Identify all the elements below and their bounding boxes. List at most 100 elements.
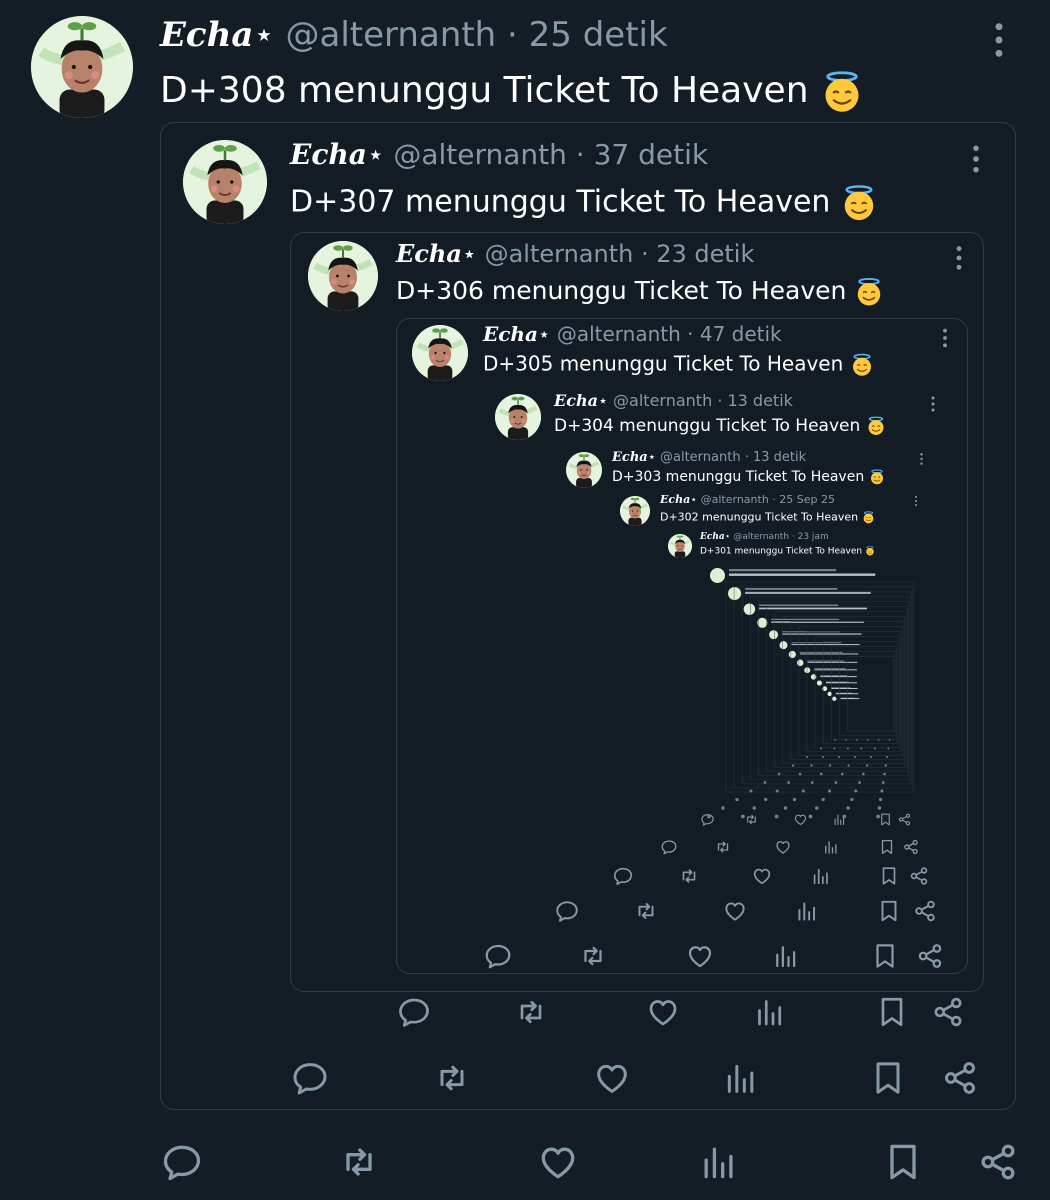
like-icon[interactable] [685,941,715,971]
nested-action-dot [821,797,825,802]
nested-action-dot [877,739,880,741]
timestamp[interactable]: · 13 detik [745,450,806,465]
reply-icon[interactable] [554,898,580,924]
nested-action-dot [749,789,753,793]
like-icon[interactable] [645,994,681,1030]
share-icon[interactable] [902,838,920,856]
nested-action-dot [810,781,814,784]
post-text: D+303 menunggu Ticket To Heaven [612,469,885,485]
more-icon[interactable] [966,143,986,175]
views-icon[interactable] [810,865,832,887]
nested-action-dot [740,814,745,819]
more-icon[interactable] [986,20,1012,60]
bookmark-icon[interactable] [870,941,900,971]
display-name[interactable]: Echa [554,391,598,410]
reply-icon[interactable] [290,1058,330,1098]
user-handle[interactable]: @alternanth [660,450,741,465]
post-header: Echa⋆ @alternanth · 13 detik [612,451,806,464]
retweet-icon[interactable] [513,994,549,1030]
halo-smile-emoji [850,353,874,377]
share-icon[interactable] [915,941,945,971]
share-icon[interactable] [912,898,938,924]
timestamp[interactable]: · 25 detik [507,15,668,55]
like-icon[interactable] [592,1058,632,1098]
timestamp[interactable]: · 23 jam [792,532,829,542]
more-icon[interactable] [912,495,920,507]
reply-icon[interactable] [160,1140,204,1184]
display-name[interactable]: Echa [612,450,648,465]
retweet-icon[interactable] [633,898,659,924]
share-icon[interactable] [930,994,966,1030]
action-bar [660,838,920,856]
display-name[interactable]: Echa [396,239,462,268]
user-handle[interactable]: @alternanth [557,322,681,346]
user-handle[interactable]: @alternanth [733,532,789,542]
timestamp[interactable]: · 25 Sep 25 [772,493,835,506]
display-name[interactable]: Echa [483,322,538,346]
user-handle[interactable]: @alternanth [393,138,567,171]
views-icon[interactable] [721,1058,761,1098]
like-icon[interactable] [722,898,748,924]
timestamp[interactable]: · 13 detik [717,391,793,410]
reply-icon[interactable] [483,941,513,971]
views-icon[interactable] [794,898,820,924]
post-header: Echa⋆ @alternanth · 13 detik [554,393,793,409]
views-icon[interactable] [771,941,801,971]
retweet-icon[interactable] [432,1058,472,1098]
user-handle[interactable]: @alternanth [701,493,769,506]
like-icon[interactable] [536,1140,580,1184]
action-bar [290,1058,980,1098]
share-icon[interactable] [940,1058,980,1098]
bookmark-icon[interactable] [881,1140,925,1184]
nested-action-dot [791,764,795,767]
user-handle[interactable]: @alternanth [613,391,712,410]
user-handle[interactable]: @alternanth [285,15,496,55]
like-icon[interactable] [774,838,792,856]
more-icon[interactable] [938,327,952,349]
like-icon[interactable] [751,865,773,887]
retweet-icon[interactable] [337,1140,381,1184]
nested-action-dot [866,739,869,741]
reply-icon[interactable] [612,865,634,887]
timestamp[interactable]: · 47 detik [687,322,782,346]
share-icon[interactable] [908,865,930,887]
nested-action-dot [752,806,757,810]
halo-smile-emoji [862,511,875,524]
more-icon[interactable] [950,244,968,272]
nested-action-dot [828,764,832,767]
avatar[interactable] [566,452,602,488]
timestamp[interactable]: · 23 detik [641,240,754,268]
display-name[interactable]: Echa [290,138,367,171]
avatar[interactable] [412,325,468,381]
bookmark-icon[interactable] [868,1058,908,1098]
nested-quote-frame [806,631,901,752]
nested-header-line [729,569,837,572]
bookmark-icon[interactable] [878,838,896,856]
avatar[interactable] [495,394,541,440]
display-name[interactable]: Echa [700,532,725,542]
bookmark-icon[interactable] [874,994,910,1030]
share-icon[interactable] [976,1140,1020,1184]
views-icon[interactable] [822,838,840,856]
bookmark-icon[interactable] [878,865,900,887]
more-icon[interactable] [927,395,939,413]
display-name[interactable]: Echa [660,493,690,506]
avatar[interactable] [31,16,133,118]
avatar[interactable] [620,496,650,526]
avatar[interactable] [308,241,378,311]
avatar[interactable] [183,140,267,224]
retweet-icon[interactable] [578,941,608,971]
views-icon[interactable] [697,1140,741,1184]
reply-icon[interactable] [396,994,432,1030]
retweet-icon[interactable] [678,865,700,887]
avatar[interactable] [668,534,692,558]
timestamp[interactable]: · 37 detik [576,138,708,171]
more-icon[interactable] [917,452,926,466]
views-icon[interactable] [752,994,788,1030]
display-name[interactable]: Echa [160,15,253,55]
reply-icon[interactable] [660,838,678,856]
user-handle[interactable]: @alternanth [485,240,634,268]
post-text-content: D+308 menunggu Ticket To Heaven [160,70,809,111]
bookmark-icon[interactable] [876,898,902,924]
retweet-icon[interactable] [714,838,732,856]
